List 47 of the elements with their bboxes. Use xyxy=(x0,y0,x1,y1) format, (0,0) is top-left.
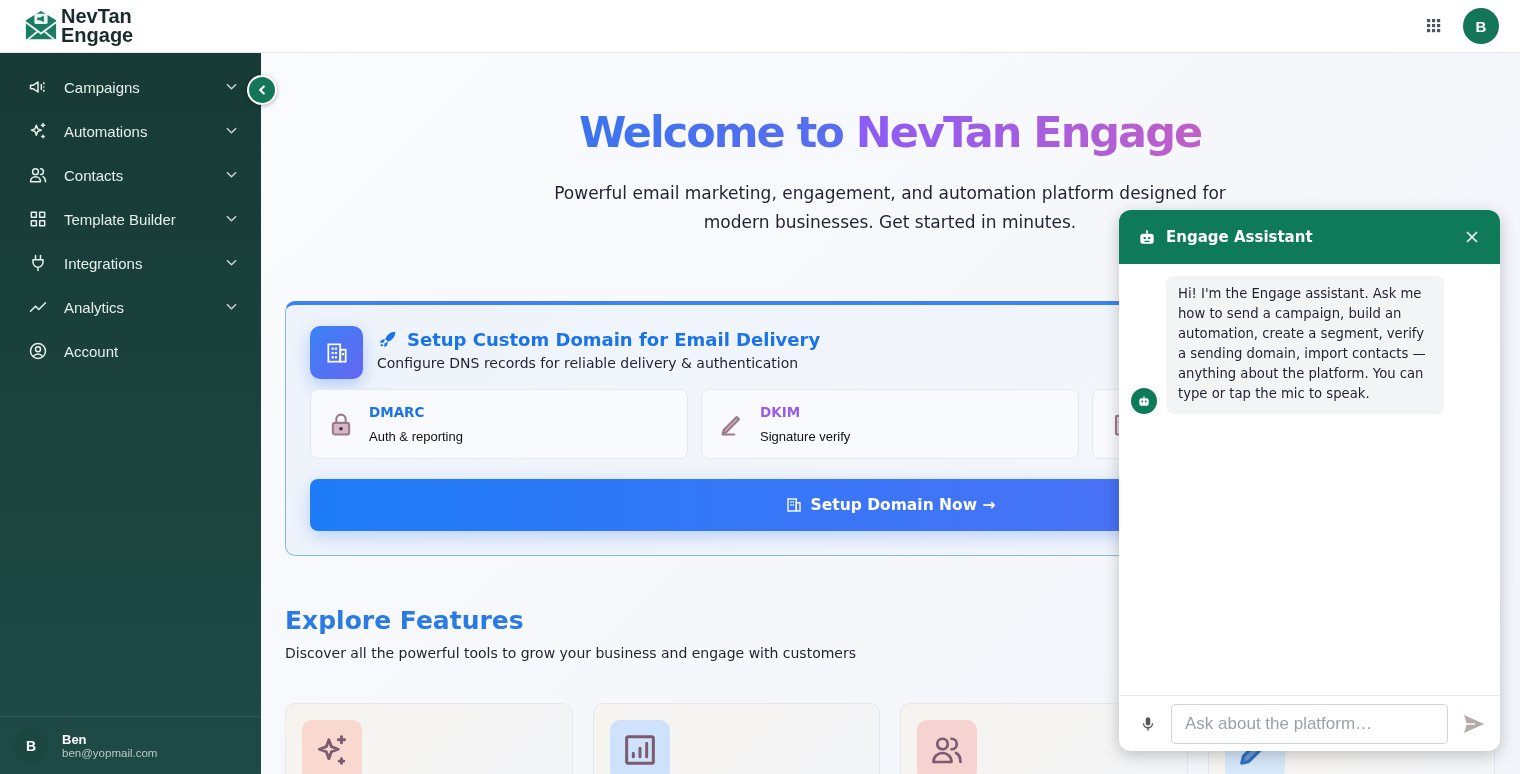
section-subtitle: Discover all the powerful tools to grow your business and engage with customers xyxy=(285,645,856,661)
user-avatar[interactable]: B xyxy=(1463,8,1499,44)
nav-item[interactable]: Analytics xyxy=(0,285,243,329)
apps-grid-icon[interactable] xyxy=(1427,19,1441,33)
chevron-down-icon xyxy=(226,215,237,223)
assistant-title: Engage Assistant xyxy=(1166,228,1314,246)
nav-item[interactable]: Automations xyxy=(0,109,243,153)
nav-item[interactable]: Template Builder xyxy=(0,197,243,241)
nav-item[interactable]: Integrations xyxy=(0,241,243,285)
section-heading: Explore Features xyxy=(285,606,524,635)
nav-item[interactable]: Contacts xyxy=(0,153,243,197)
sparkles-icon xyxy=(317,735,347,765)
record-name: DMARC xyxy=(369,404,426,420)
dns-record-card[interactable]: DKIM Signature verify xyxy=(701,389,1079,459)
chevron-down-icon xyxy=(226,171,237,179)
users-icon xyxy=(28,165,48,185)
users-icon xyxy=(932,735,962,765)
chevron-down-icon xyxy=(226,259,237,267)
assistant-message: Hi! I'm the Engage assistant. Ask me how to send a campaign, build an automation, create a segment, verify a sending domain, import contacts — anything about the platform. You can type or tap the mic to speak. xyxy=(1166,276,1444,414)
close-icon[interactable] xyxy=(1466,231,1478,243)
record-detail: Auth & reporting xyxy=(369,429,463,444)
record-name: DKIM xyxy=(760,404,802,420)
user-name: Ben xyxy=(62,732,88,747)
user-avatar: B xyxy=(14,728,48,763)
logo-icon xyxy=(24,9,58,43)
nav-item[interactable]: Account xyxy=(0,329,243,373)
chevron-left-icon xyxy=(256,84,268,96)
domain-card-description: Configure DNS records for reliable delivery & authentication xyxy=(377,355,800,371)
grid-icon xyxy=(28,209,48,229)
robot-icon xyxy=(1137,227,1157,247)
account-icon xyxy=(28,341,48,361)
collapse-sidebar-button[interactable] xyxy=(247,75,277,105)
building-tile-icon xyxy=(310,326,363,379)
chevron-down-icon xyxy=(226,127,237,135)
user-email: ben@yopmail.com xyxy=(62,747,158,759)
record-detail: Signature verify xyxy=(760,429,851,444)
chart-icon xyxy=(624,735,655,765)
message-input[interactable]: Ask about the platform… xyxy=(1171,703,1448,744)
bot-avatar xyxy=(1131,388,1157,414)
building-icon xyxy=(784,496,803,514)
chevron-down-icon xyxy=(226,83,237,91)
domain-card-title: Setup Custom Domain for Email Delivery xyxy=(407,328,821,350)
chevron-down-icon xyxy=(226,303,237,311)
sparkles-icon xyxy=(28,121,48,141)
dns-record-card[interactable]: DMARC Auth & reporting xyxy=(310,389,688,459)
logo-text: NevTan Engage xyxy=(61,7,134,45)
nav-item[interactable]: Campaigns xyxy=(0,65,243,109)
